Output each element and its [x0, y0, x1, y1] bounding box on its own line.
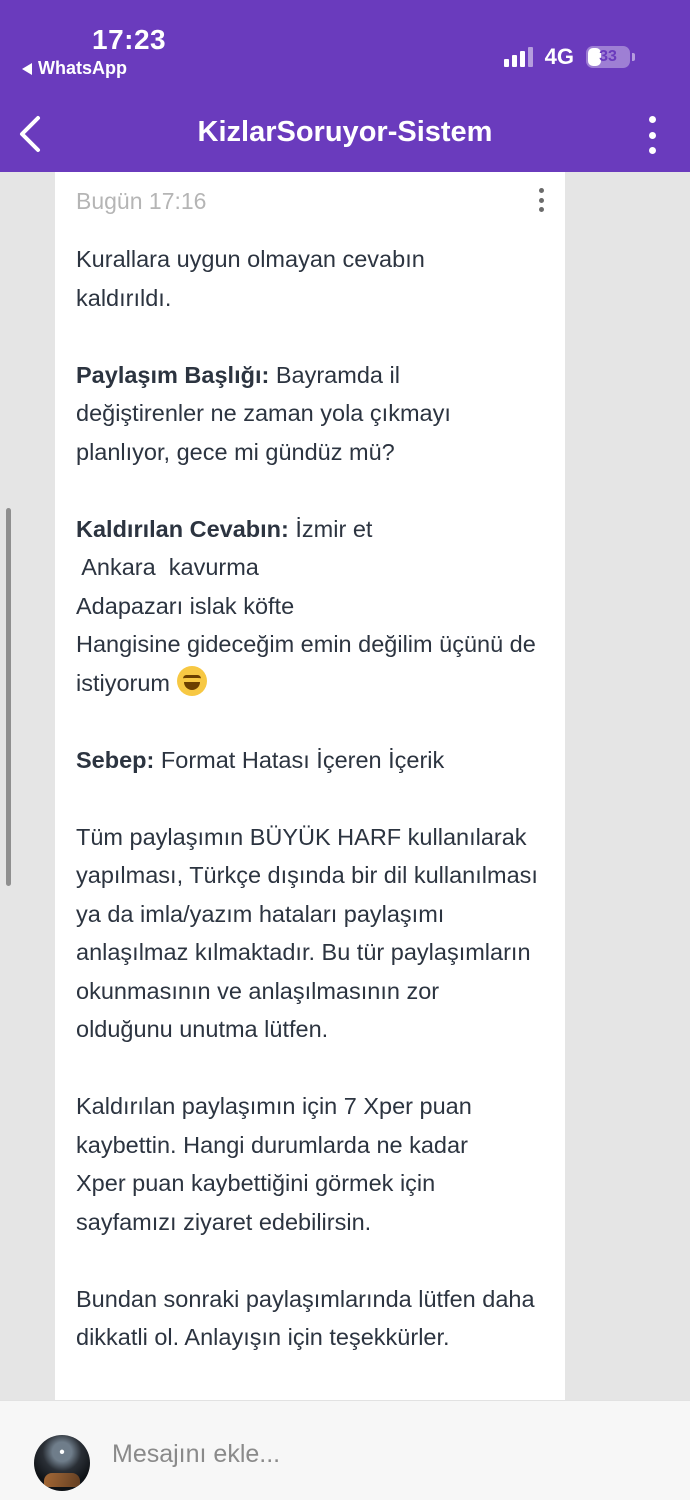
explanation-text: Tüm paylaşımın BÜYÜK HARF kullanılarak y…	[76, 823, 538, 1043]
reason-value: Format Hatası İçeren İçerik	[154, 746, 445, 773]
more-vertical-icon[interactable]	[644, 116, 660, 154]
answer-line-1: İzmir et	[288, 515, 373, 542]
status-time: 17:23	[92, 24, 167, 55]
answer-line-4-paragraph: Hangisine gideceğim emin değilim üçünü d…	[76, 625, 546, 702]
status-indicators: 4G 33	[503, 44, 635, 70]
avatar[interactable]	[34, 1435, 90, 1491]
answer-line-4: Hangisine gideceğim emin değilim üçünü d…	[76, 631, 536, 696]
answer-line-2: Ankara kavurma	[76, 554, 259, 580]
reason-label: Sebep:	[76, 746, 155, 773]
battery-icon: 33	[586, 46, 635, 68]
reason-paragraph: Sebep: Format Hatası İçeren İçerik	[76, 741, 546, 780]
post-title-label: Paylaşım Başlığı:	[76, 361, 270, 388]
system-message-card: Bugün 17:16 Kurallara uygun olmayan ceva…	[55, 172, 565, 1400]
back-to-app-link[interactable]: WhatsApp	[22, 58, 127, 79]
message-options-icon[interactable]	[535, 188, 547, 212]
battery-percent: 33	[599, 48, 617, 65]
removed-answer-label: Kaldırılan Cevabın:	[76, 515, 289, 542]
network-label: 4G	[544, 44, 574, 69]
scrollbar[interactable]	[6, 508, 11, 886]
laughing-tears-emoji-icon	[176, 665, 207, 696]
back-app-label: WhatsApp	[38, 58, 127, 78]
answer-line-3: Adapazarı islak köfte	[76, 592, 295, 619]
message-body: Kurallara uygun olmayan cevabın kaldırıl…	[76, 240, 546, 1357]
signal-icon	[503, 47, 533, 67]
message-timestamp: Bugün 17:16	[76, 188, 207, 214]
app-header: 17:23 WhatsApp 4G 33 KizlarSoruyor-Siste…	[0, 0, 690, 172]
penalty-text: Kaldırılan paylaşımın için 7 Xper puan k…	[76, 1093, 472, 1235]
closing-text: Bundan sonraki paylaşımlarında lütfen da…	[76, 1285, 535, 1351]
chat-title: KizlarSoruyor-Sistem	[197, 116, 493, 148]
post-title-paragraph: Paylaşım Başlığı: Bayramda il değiştiren…	[76, 356, 496, 472]
removed-answer-paragraph: Kaldırılan Cevabın: İzmir et	[76, 510, 546, 549]
intro-text: Kurallara uygun olmayan cevabın kaldırıl…	[76, 246, 425, 311]
message-composer	[0, 1400, 690, 1500]
back-triangle-icon	[22, 62, 32, 75]
message-input[interactable]	[112, 1437, 632, 1471]
